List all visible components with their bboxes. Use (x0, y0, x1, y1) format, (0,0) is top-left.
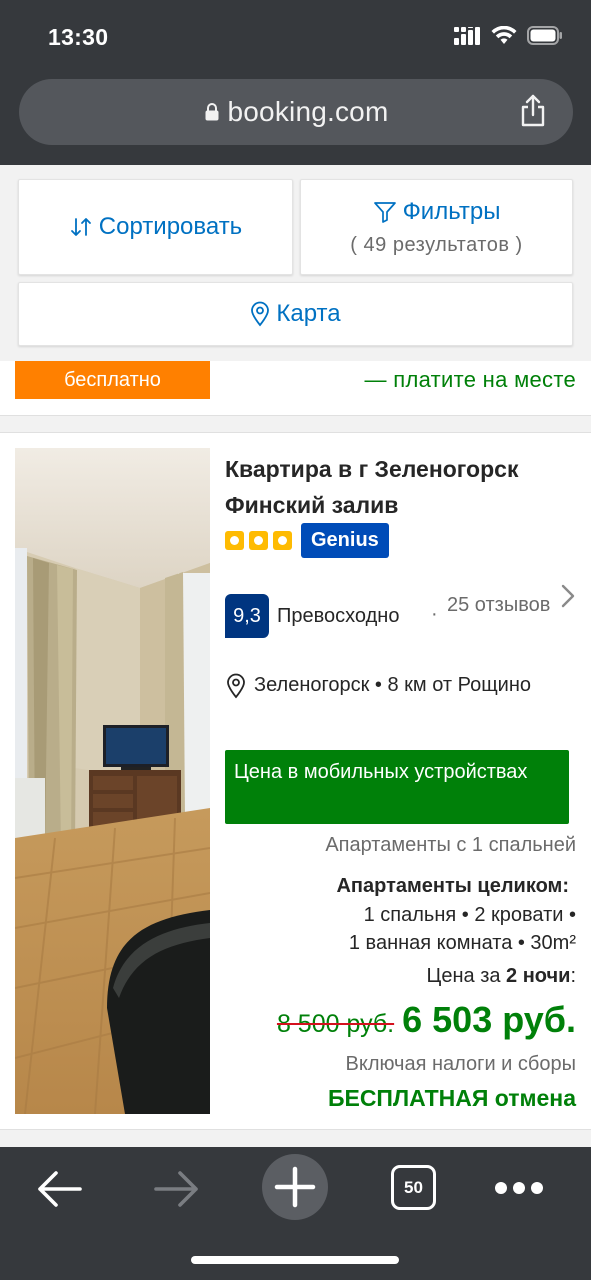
listing-location[interactable]: Зеленогорск • 8 км от Рощино (254, 669, 554, 701)
listing-title[interactable]: Квартира в г Зеленогорск Финский залив (225, 451, 580, 523)
url-text: booking.com (227, 96, 389, 127)
chevron-right-icon[interactable] (558, 581, 578, 611)
home-indicator (191, 1256, 399, 1264)
sort-button[interactable]: Сортировать (18, 179, 293, 275)
star-rating: Genius (225, 523, 389, 558)
price-for-prefix: Цена за (426, 965, 501, 987)
room-type: Апартаменты с 1 спальней (325, 834, 576, 856)
status-time: 13:30 (48, 24, 109, 50)
genius-badge: Genius (301, 523, 389, 558)
map-button[interactable]: Карта (18, 282, 573, 346)
room-details-line-1: 1 спальня • 2 кровати • (363, 904, 576, 926)
price-for-nights: Цена за 2 ночи: (427, 965, 576, 988)
previous-listing-card[interactable]: бесплатно — платите на месте (0, 361, 591, 416)
browser-top-chrome: 13:30 booking.com (0, 0, 591, 165)
battery-icon (527, 26, 562, 45)
apartment-room-image (15, 448, 210, 1114)
review-score-badge: 9,3 (225, 594, 269, 638)
mobile-price-badge: Цена в мобильных устройствах (225, 750, 569, 824)
filters-label: Фильтры (402, 197, 501, 225)
old-price-value: 8 500 руб. (276, 1010, 395, 1038)
pay-on-site-note: — платите на месте (364, 367, 576, 392)
room-details-line-2: 1 ванная комната • 30m² (348, 932, 576, 954)
share-icon[interactable] (519, 94, 547, 128)
review-score-word: Превосходно (277, 605, 400, 627)
free-cancellation: БЕСПЛАТНАЯ отмена (327, 1085, 576, 1111)
star-icon (249, 531, 268, 550)
room-heading: Апартаменты целиком: (336, 875, 569, 897)
forward-arrow-icon[interactable] (154, 1169, 200, 1209)
map-pin-icon (251, 301, 270, 327)
sort-arrows-icon (70, 218, 91, 236)
wifi-icon (491, 26, 517, 44)
address-bar[interactable]: booking.com (19, 79, 573, 145)
price-row: 8 500 руб. 6 503 руб. (277, 999, 576, 1041)
old-price: 8 500 руб. (277, 1010, 394, 1039)
listing-card[interactable]: Квартира в г Зеленогорск Финский залив G… (0, 432, 591, 1130)
lock-icon (205, 103, 219, 121)
sort-label: Сортировать (98, 213, 243, 240)
results-count: ( 49 результатов ) (350, 233, 523, 256)
new-tab-plus-icon[interactable] (262, 1154, 328, 1220)
map-label: Карта (276, 300, 341, 327)
back-arrow-icon[interactable] (36, 1169, 82, 1209)
free-tag: бесплатно (15, 361, 210, 399)
status-icons (454, 26, 563, 45)
cellular-signal-icon (454, 26, 480, 45)
separator-dot: · (431, 603, 438, 625)
more-dots-icon[interactable] (494, 1180, 544, 1196)
funnel-icon (373, 201, 396, 223)
listing-photo[interactable] (15, 448, 210, 1114)
star-icon (225, 531, 244, 550)
tabs-count-button[interactable]: 50 (391, 1165, 436, 1210)
search-results-page: Сортировать Фильтры ( 49 результатов ) К… (0, 165, 591, 1147)
new-price: 6 503 руб. (402, 999, 576, 1040)
taxes-note: Включая налоги и сборы (345, 1053, 577, 1075)
tabs-count: 50 (404, 1177, 423, 1197)
filters-button[interactable]: Фильтры ( 49 результатов ) (300, 179, 573, 275)
price-for-nights-count: 2 ночи (506, 965, 571, 987)
star-icon (273, 531, 292, 550)
reviews-count: 25 отзывов (447, 594, 551, 616)
location-pin-icon (227, 673, 245, 699)
price-for-suffix: : (570, 965, 576, 987)
